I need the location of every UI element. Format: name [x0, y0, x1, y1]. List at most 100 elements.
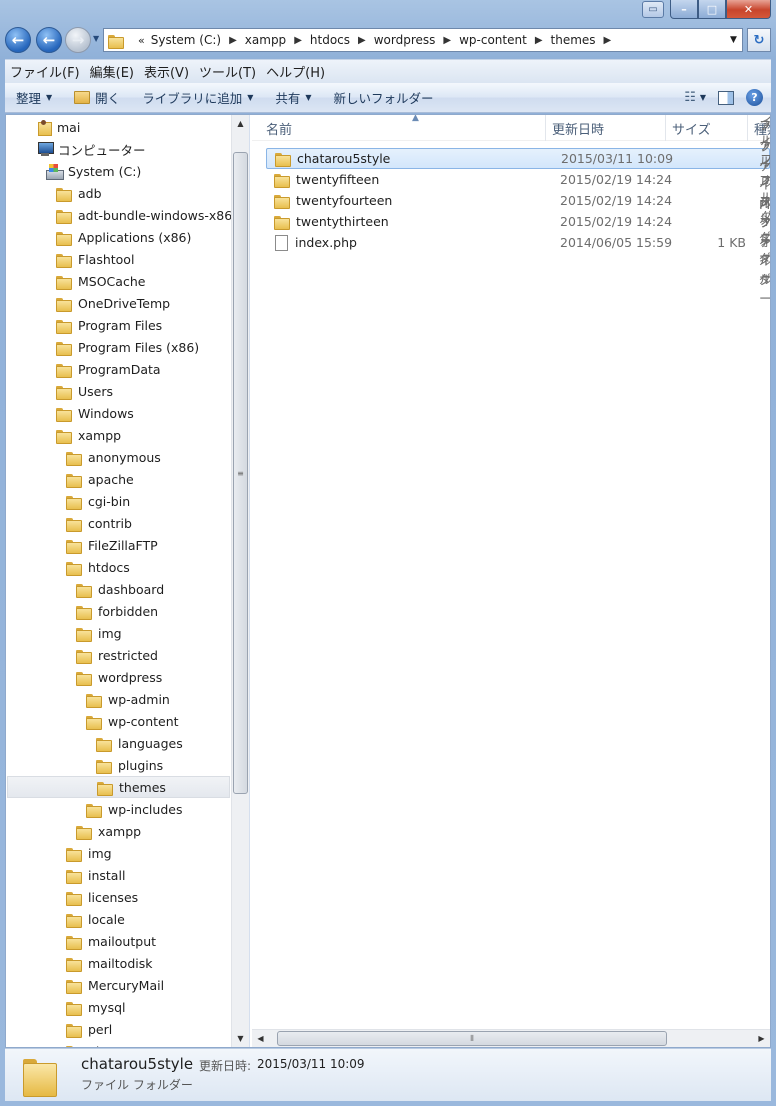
restore-window-icon[interactable]: ▭ — [642, 1, 664, 18]
tree-item[interactable]: FileZillaFTP — [6, 534, 158, 556]
tree-item[interactable]: mailtodisk — [6, 952, 153, 974]
tree-item[interactable]: Windows — [6, 402, 134, 424]
tree-item[interactable]: MSOCache — [6, 270, 145, 292]
scrollbar-thumb[interactable]: ⦀ — [277, 1031, 667, 1046]
preview-pane-icon[interactable] — [718, 90, 734, 105]
breadcrumb-item[interactable]: themes ▶ — [551, 33, 620, 47]
breadcrumb-item[interactable]: wp-content ▶ — [459, 33, 550, 47]
tree-item[interactable]: mailoutput — [6, 930, 156, 952]
new-folder-button[interactable]: 新しいフォルダー — [323, 86, 445, 110]
breadcrumb-chevron-icon[interactable]: ▶ — [350, 35, 374, 46]
tree-item[interactable]: OneDriveTemp — [6, 292, 170, 314]
view-options-chevron-icon[interactable]: ▼ — [700, 93, 706, 102]
organize-button[interactable]: 整理 ▼ — [5, 86, 63, 110]
breadcrumb-chevron-icon[interactable]: ▶ — [527, 35, 551, 46]
tree-item[interactable]: mysql — [6, 996, 126, 1018]
breadcrumb-item[interactable]: xampp ▶ — [245, 33, 310, 47]
tree-item[interactable]: languages — [6, 732, 183, 754]
help-icon[interactable]: ? — [746, 89, 763, 106]
tree-item[interactable]: mai — [6, 116, 80, 138]
file-row[interactable]: twentythirteen 2015/02/19 14:24 ファイル フォルダー — [266, 139, 770, 306]
breadcrumb-item[interactable]: htdocs ▶ — [310, 33, 374, 47]
file-row[interactable]: twentyfifteen2015/02/19 14:24ファイル フォルダー — [266, 116, 770, 264]
tree-item[interactable]: img — [6, 842, 112, 864]
menu-item[interactable]: 編集(E) — [85, 62, 139, 81]
up-arrow-icon[interactable]: → — [65, 27, 91, 53]
add-to-library-button[interactable]: ライブラリに追加 ▼ — [131, 86, 264, 110]
file-row[interactable]: chatarou5style2015/03/11 10:09ファイル フォルダー — [266, 115, 770, 243]
menu-item[interactable]: ファイル(F) — [5, 62, 85, 81]
tree-item[interactable]: apache — [6, 468, 134, 490]
menu-item[interactable]: ツール(T) — [194, 62, 261, 81]
tree-item[interactable]: wp-content — [6, 710, 179, 732]
tree-item[interactable]: Applications (x86) — [6, 226, 191, 248]
tree-item[interactable]: System (C:) — [6, 160, 141, 182]
back-arrow-icon[interactable]: ← — [5, 27, 31, 53]
file-row[interactable]: index.php 2014/06/05 15:59 1 KB PHP ファイル — [266, 197, 770, 287]
tree-item[interactable]: contrib — [6, 512, 132, 534]
address-bar[interactable]: « System (C:) ▶ xampp ▶ htdocs ▶ wordpress ▶ wp-… — [103, 28, 743, 52]
tree-item[interactable]: img — [6, 622, 122, 644]
breadcrumb-chevron-icon[interactable]: ▶ — [435, 35, 459, 46]
tree-item-label: System (C:) — [68, 163, 142, 179]
tree-item[interactable]: cgi-bin — [6, 490, 130, 512]
breadcrumb-chevron-icon[interactable]: ▶ — [286, 35, 310, 46]
tree-item[interactable]: wordpress — [6, 666, 162, 688]
column-header-name[interactable]: 名前 ▲ — [260, 115, 546, 141]
menu-item[interactable]: 表示(V) — [139, 62, 194, 81]
address-dropdown-icon[interactable]: ▼ — [724, 35, 742, 45]
maximize-button[interactable]: □ — [698, 0, 726, 19]
recent-pages-dropdown-icon[interactable]: ▼ — [93, 34, 99, 43]
tree-item[interactable]: xampp — [6, 424, 121, 446]
tree-item[interactable]: コンピューター — [6, 138, 146, 160]
open-button[interactable]: 開く — [63, 86, 131, 110]
tree-item[interactable]: wp-admin — [6, 688, 170, 710]
tree-item[interactable]: locale — [6, 908, 125, 930]
breadcrumb-item[interactable]: wordpress ▶ — [374, 33, 459, 47]
tree-item[interactable]: plugins — [6, 754, 163, 776]
share-button[interactable]: 共有 ▼ — [264, 86, 322, 110]
tree-item[interactable]: dashboard — [6, 578, 164, 600]
tree-item[interactable]: php — [6, 1040, 112, 1047]
tree-item[interactable]: Users — [6, 380, 113, 402]
tree-item[interactable]: adt-bundle-windows-x86_64 — [6, 204, 249, 226]
tree-item[interactable]: Program Files (x86) — [6, 336, 199, 358]
tree-item[interactable]: licenses — [6, 886, 138, 908]
file-row[interactable]: twentyfourteen 2015/02/19 14:24 ファイル フォルダー — [266, 118, 770, 285]
breadcrumb-item[interactable]: System (C:) ▶ — [151, 33, 245, 47]
tree-item[interactable]: MercuryMail — [6, 974, 164, 996]
tree-item-label: xampp — [98, 823, 142, 839]
tree-item[interactable]: Program Files — [6, 314, 162, 336]
tree-item[interactable]: anonymous — [6, 446, 161, 468]
tree-item[interactable]: adb — [6, 182, 102, 204]
change-view-icon[interactable]: ☷ — [684, 90, 696, 105]
scroll-up-icon[interactable]: ▲ — [232, 115, 249, 132]
breadcrumb-chevron-icon[interactable]: ▶ — [596, 35, 620, 46]
menu-item[interactable]: ヘルプ(H) — [261, 62, 330, 81]
column-header-size[interactable]: サイズ — [666, 115, 748, 141]
tree-item[interactable]: Flashtool — [6, 248, 134, 270]
folder-icon — [66, 869, 82, 884]
close-button[interactable]: ✕ — [726, 0, 771, 19]
forward-arrow-icon[interactable]: ← — [36, 27, 62, 53]
tree-item[interactable]: xampp — [6, 820, 141, 842]
column-header-modified[interactable]: 更新日時 — [546, 115, 666, 141]
address-overflow-chevrons[interactable]: « — [132, 34, 151, 47]
scroll-down-icon[interactable]: ▼ — [232, 1030, 249, 1047]
tree-item[interactable]: perl — [6, 1018, 112, 1040]
navigation-scrollbar[interactable]: ▲ ≡ ▼ — [231, 115, 249, 1047]
horizontal-scrollbar[interactable]: ◀ ⦀ ▶ — [252, 1029, 770, 1047]
tree-item[interactable]: htdocs — [6, 556, 130, 578]
tree-item[interactable]: themes — [7, 776, 230, 798]
tree-item[interactable]: install — [6, 864, 125, 886]
scroll-right-icon[interactable]: ▶ — [753, 1030, 770, 1047]
minimize-button[interactable]: – — [670, 0, 698, 19]
tree-item[interactable]: restricted — [6, 644, 158, 666]
scroll-left-icon[interactable]: ◀ — [252, 1030, 269, 1047]
tree-item[interactable]: wp-includes — [6, 798, 182, 820]
tree-item[interactable]: forbidden — [6, 600, 158, 622]
refresh-icon[interactable]: ↻ — [747, 28, 771, 52]
tree-item[interactable]: ProgramData — [6, 358, 161, 380]
scrollbar-thumb[interactable]: ≡ — [233, 152, 248, 794]
breadcrumb-chevron-icon[interactable]: ▶ — [221, 35, 245, 46]
